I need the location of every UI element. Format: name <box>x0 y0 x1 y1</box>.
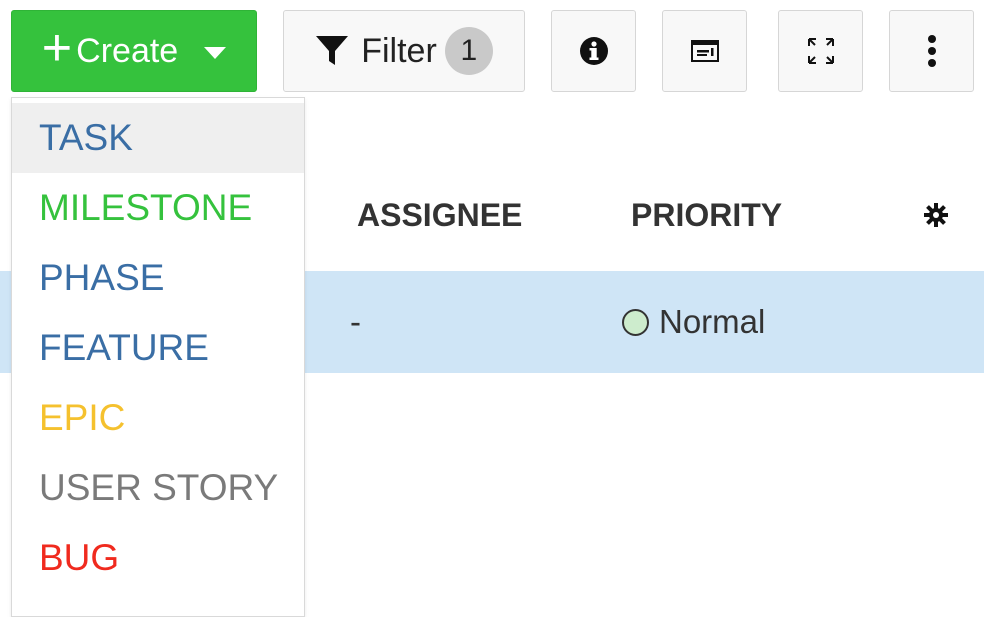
menu-item-label: FEATURE <box>39 327 209 368</box>
menu-item-label: USER STORY <box>39 467 279 508</box>
menu-item-feature[interactable]: FEATURE <box>12 313 304 383</box>
menu-item-task[interactable]: TASK <box>12 103 304 173</box>
priority-value: Normal <box>659 303 766 340</box>
info-circle-icon <box>579 37 608 65</box>
menu-item-label: EPIC <box>39 397 126 438</box>
menu-item-milestone[interactable]: MILESTONE <box>12 173 304 243</box>
menu-item-phase[interactable]: PHASE <box>12 243 304 313</box>
menu-item-label: MILESTONE <box>39 187 253 228</box>
filter-button[interactable]: Filter 1 <box>283 10 525 92</box>
assignee-cell: - <box>350 303 361 340</box>
toolbar: + Create Filter 1 <box>0 0 984 100</box>
filter-button-label: Filter <box>361 31 437 70</box>
expand-arrows-icon <box>807 38 834 64</box>
create-dropdown-menu: TASK MILESTONE PHASE FEATURE EPIC USER S… <box>11 97 305 617</box>
column-header-assignee[interactable]: ASSIGNEE <box>357 180 522 250</box>
create-button[interactable]: + Create <box>11 10 257 92</box>
layout-icon <box>690 40 719 62</box>
circle-icon <box>622 308 649 336</box>
priority-cell: Normal <box>622 271 765 373</box>
menu-item-epic[interactable]: EPIC <box>12 383 304 453</box>
filter-count-badge: 1 <box>444 27 493 75</box>
menu-item-label: TASK <box>39 117 133 158</box>
create-button-label: Create <box>76 31 179 70</box>
column-header-priority[interactable]: PRIORITY <box>631 180 782 250</box>
info-button[interactable] <box>551 10 636 92</box>
layout-button[interactable] <box>662 10 747 92</box>
plus-icon: + <box>41 19 73 77</box>
gear-icon <box>924 203 948 227</box>
menu-item-label: PHASE <box>39 257 165 298</box>
more-options-button[interactable] <box>889 10 974 92</box>
filter-funnel-icon <box>316 36 349 65</box>
menu-item-user-story[interactable]: USER STORY <box>12 453 304 523</box>
expand-button[interactable] <box>778 10 863 92</box>
caret-down-icon <box>204 47 227 59</box>
menu-item-label: BUG <box>39 537 120 578</box>
menu-item-bug[interactable]: BUG <box>12 523 304 593</box>
vertical-ellipsis-icon <box>927 35 936 67</box>
column-settings-button[interactable] <box>924 200 948 270</box>
